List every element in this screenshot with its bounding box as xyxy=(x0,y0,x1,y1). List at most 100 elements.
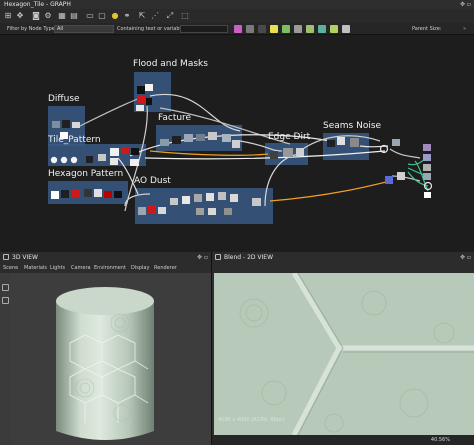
output-node[interactable] xyxy=(423,173,431,180)
graph-node[interactable] xyxy=(146,98,152,105)
comment-icon[interactable]: ▢ xyxy=(97,11,107,21)
node-type-filter-chip[interactable] xyxy=(342,25,350,33)
menu-renderer[interactable]: Renderer xyxy=(154,263,177,273)
graph-node[interactable] xyxy=(136,105,144,111)
graph-node[interactable] xyxy=(62,120,70,128)
graph-node[interactable] xyxy=(145,84,153,91)
graph-node[interactable] xyxy=(98,154,106,161)
graph-node[interactable] xyxy=(50,156,58,164)
graph-node[interactable] xyxy=(283,148,293,157)
graph-node[interactable] xyxy=(194,194,202,202)
settings-icon[interactable]: ⚙ xyxy=(43,11,53,21)
node-type-filter-chip[interactable] xyxy=(258,25,266,33)
pin-icon[interactable]: ✥ ▫ xyxy=(460,0,471,9)
containing-input[interactable] xyxy=(180,25,228,33)
graph-node[interactable] xyxy=(61,190,69,198)
node-type-filter-chip[interactable] xyxy=(330,25,338,33)
graph-node[interactable] xyxy=(52,121,60,128)
graph-node[interactable] xyxy=(138,207,146,215)
graph-node[interactable] xyxy=(110,148,119,156)
grid-view-icon[interactable]: ▦ xyxy=(57,11,67,21)
light-icon[interactable] xyxy=(2,297,9,304)
overflow-icon[interactable]: » xyxy=(463,23,466,35)
move-icon[interactable]: ✥ xyxy=(15,11,25,21)
graph-node[interactable] xyxy=(218,192,226,200)
layout-icon[interactable]: ▤ xyxy=(69,11,79,21)
graph-node[interactable] xyxy=(182,196,190,204)
graph-node[interactable] xyxy=(208,132,217,140)
output-node[interactable] xyxy=(423,144,431,151)
expand-icon[interactable]: ⬚ xyxy=(180,11,190,21)
graph-node[interactable] xyxy=(160,139,169,146)
graph-node[interactable] xyxy=(208,208,216,215)
graph-node[interactable] xyxy=(206,193,214,201)
graph-node[interactable] xyxy=(104,191,112,198)
graph-node[interactable] xyxy=(224,208,232,215)
graph-node[interactable] xyxy=(350,138,359,147)
output-node[interactable] xyxy=(424,192,431,198)
graph-node[interactable] xyxy=(121,147,129,154)
graph-node[interactable] xyxy=(170,198,178,205)
frame-icon[interactable]: ▭ xyxy=(85,11,95,21)
graph-node[interactable] xyxy=(86,156,93,163)
graph-node[interactable] xyxy=(270,151,278,159)
menu-display[interactable]: Display xyxy=(131,263,149,273)
graph-node[interactable] xyxy=(172,136,181,144)
graph-node[interactable] xyxy=(196,134,205,141)
2d-viewport[interactable]: 4096 x 4096 (RGBA, 8bpc) xyxy=(214,273,474,435)
graph-node[interactable] xyxy=(158,207,166,214)
graph-node[interactable] xyxy=(252,198,261,206)
graph-node[interactable] xyxy=(72,122,80,128)
graph-node[interactable] xyxy=(296,148,304,156)
graph-node[interactable] xyxy=(196,208,204,215)
graph-node[interactable] xyxy=(110,158,118,165)
grid-icon[interactable]: ⊞ xyxy=(3,11,13,21)
menu-environment[interactable]: Environment xyxy=(94,263,126,273)
graph-node[interactable] xyxy=(137,96,145,103)
node-type-filter-chip[interactable] xyxy=(246,25,254,33)
graph-canvas[interactable]: Flood and Masks Diffuse Facture Tile_Pat… xyxy=(0,36,474,252)
graph-node[interactable] xyxy=(51,191,59,199)
graph-node[interactable] xyxy=(84,189,92,197)
node-type-filter-chip[interactable] xyxy=(282,25,290,33)
pin-icon[interactable]: ✥ ▫ xyxy=(197,252,208,263)
3d-viewport[interactable] xyxy=(10,273,211,445)
output-node[interactable] xyxy=(423,164,431,171)
graph-node[interactable] xyxy=(114,191,122,198)
pin-icon[interactable]: ✥ ▫ xyxy=(460,252,471,263)
graph-node[interactable] xyxy=(327,140,335,147)
graph-node[interactable] xyxy=(385,176,393,184)
camera-icon[interactable]: ◙ xyxy=(31,11,41,21)
snap-icon[interactable]: ⋰ xyxy=(150,11,160,21)
graph-node[interactable] xyxy=(230,194,238,202)
graph-node[interactable] xyxy=(94,189,102,197)
graph-node[interactable] xyxy=(232,140,240,148)
zoom-fit-icon[interactable]: ⤢ xyxy=(165,11,175,21)
graph-node[interactable] xyxy=(337,137,345,145)
graph-node[interactable] xyxy=(60,156,68,164)
menu-camera[interactable]: Camera xyxy=(71,263,91,273)
graph-node[interactable] xyxy=(130,159,139,166)
align-icon[interactable]: ⇱ xyxy=(137,11,147,21)
node-type-select[interactable]: All xyxy=(54,25,114,33)
menu-scene[interactable]: Scene xyxy=(3,263,18,273)
graph-node[interactable] xyxy=(72,189,80,197)
graph-node[interactable] xyxy=(148,206,156,214)
palette-icon[interactable]: ● xyxy=(110,11,120,21)
link-icon[interactable]: ⚭ xyxy=(122,11,132,21)
graph-node[interactable] xyxy=(397,172,405,180)
graph-node[interactable] xyxy=(137,86,145,94)
node-type-filter-chip[interactable] xyxy=(270,25,278,33)
graph-node[interactable] xyxy=(131,148,139,155)
camera-icon[interactable] xyxy=(2,284,9,291)
node-type-filter-chip[interactable] xyxy=(294,25,302,33)
menu-lights[interactable]: Lights xyxy=(50,263,65,273)
output-node[interactable] xyxy=(423,154,431,161)
graph-node[interactable] xyxy=(184,134,193,142)
node-type-filter-chip[interactable] xyxy=(306,25,314,33)
zoom-level[interactable]: 40.56% xyxy=(431,435,450,445)
graph-node[interactable] xyxy=(392,139,400,146)
graph-node[interactable] xyxy=(70,156,78,164)
node-type-filter-chip[interactable] xyxy=(318,25,326,33)
node-type-filter-chip[interactable] xyxy=(234,25,242,33)
